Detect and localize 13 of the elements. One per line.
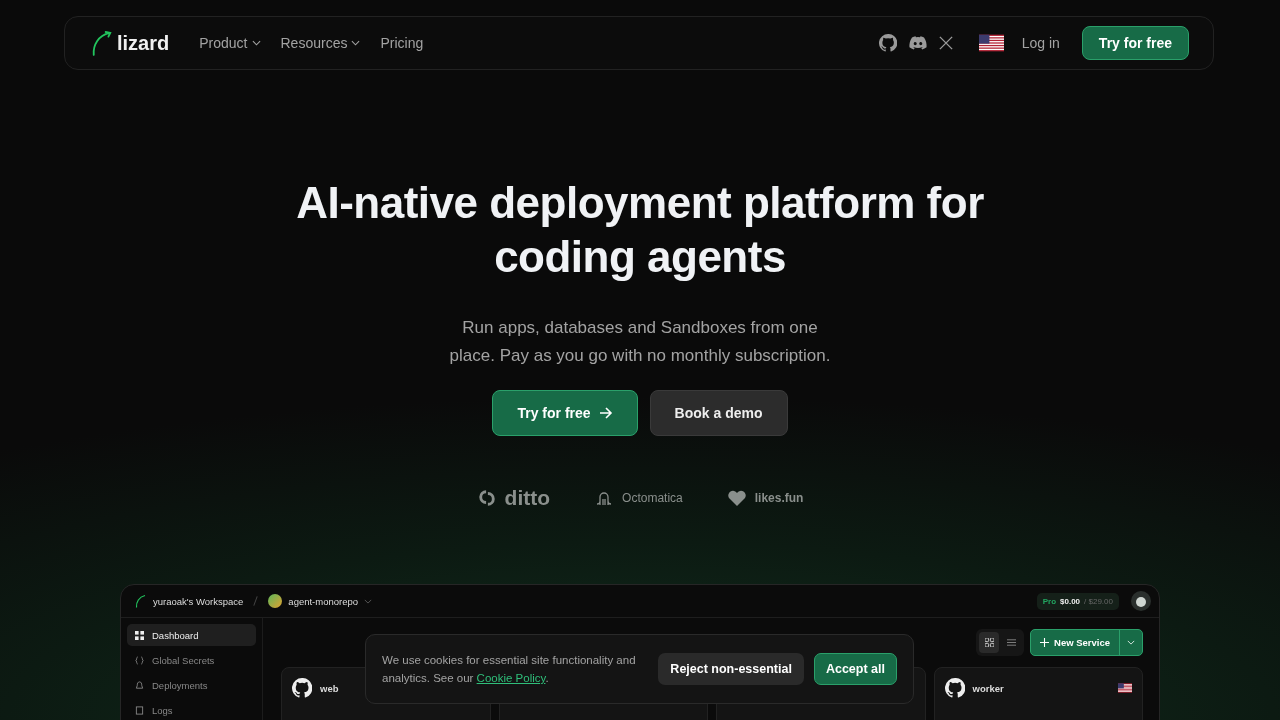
service-name: web — [320, 682, 339, 694]
period-text: . — [545, 672, 549, 684]
logo-text: likes.fun — [754, 491, 804, 505]
hero-subtitle: Run apps, databases and Sandboxes from one place. Pay as you go with no monthly subscription. — [448, 317, 832, 367]
logo-text: Octomatica — [622, 491, 683, 505]
plan-tier-label: Pro — [1042, 596, 1057, 606]
logo-text: ditto — [504, 486, 551, 510]
cookie-text: We use cookies for essential site functionality and analytics. See our Cookie Policy. — [382, 653, 637, 686]
hero-title: AI-native deployment platform for coding agents — [295, 177, 985, 283]
plan-usage: $0.00 — [1060, 596, 1081, 606]
logo-text: lizard — [117, 31, 170, 55]
service-name: worker — [972, 682, 1004, 694]
plan-limit: / $29.00 — [1084, 596, 1113, 606]
